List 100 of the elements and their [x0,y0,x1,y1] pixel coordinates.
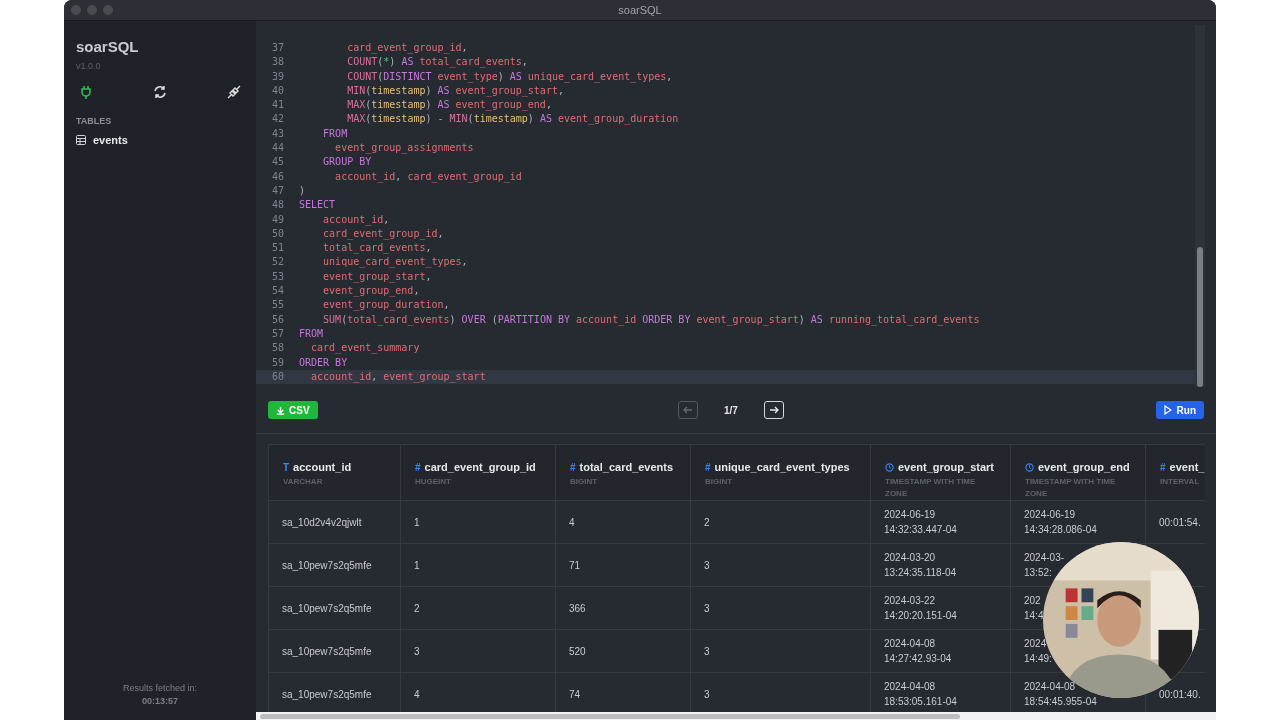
table-cell: 2024-03-20 13:24:35.118-04 [870,543,1011,587]
column-type-icon: # [415,461,421,473]
version-label: v1.0.0 [76,61,102,71]
refresh-icon[interactable] [152,85,167,99]
disconnect-icon[interactable] [227,85,241,99]
line-number: 47 [270,183,285,198]
line-number: 56 [270,312,285,327]
table-cell: 1 [400,543,556,587]
window-title: soarSQL [618,4,662,16]
close-button[interactable] [71,5,81,15]
table-icon [76,135,86,145]
scrollbar-thumb[interactable] [260,713,960,719]
column-name: total_card_events [579,461,674,473]
column-header[interactable]: # unique_card_event_types BIGINT [690,444,871,501]
code-line: event_group_assignments [334,141,474,156]
code-line: ) [299,183,306,198]
column-type-icon: # [705,461,711,473]
table-cell: 366 [555,586,691,630]
download-icon [276,405,285,415]
column-name: event_group_start [898,461,994,473]
code-line: FROM [299,326,324,341]
plug-icon[interactable] [80,85,92,99]
line-number: 39 [270,69,285,84]
line-number: 44 [270,141,285,156]
column-type: BIGINT [570,476,599,488]
column-header[interactable]: event_group_end TIMESTAMP WITH TIME ZONE [1010,444,1146,501]
table-item[interactable]: events [76,132,244,148]
section-label: TABLES [76,116,113,126]
clock-icon [885,462,894,472]
minimize-button[interactable] [87,5,97,15]
line-number: 58 [270,341,285,356]
run-button[interactable]: Run [1155,401,1204,419]
code-line: MAX(timestamp) AS event_group_end, [346,98,552,113]
line-number: 59 [270,355,285,370]
line-number: 38 [270,55,285,70]
code-line: COUNT(DISTINCT event_type) AS unique_card_event_types, [346,69,673,84]
table-cell: sa_10pew7s2q5mfe [268,586,401,630]
table-cell: 2024-06-19 14:32:33.447-04 [870,500,1011,544]
scrollbar-thumb[interactable] [1197,247,1203,387]
column-header[interactable]: # card_event_group_id HUGEINT [400,444,556,501]
code-line: ORDER BY [299,355,348,370]
line-number: 45 [270,155,285,170]
line-number: 48 [270,198,285,213]
code-line: account_id, event_group_start [310,369,486,385]
column-type: INTERVAL [1160,476,1201,488]
table-cell: 3 [690,543,871,587]
code-line: event_group_duration, [322,298,450,313]
code-line: event_group_end, [322,284,420,299]
code-line: COUNT(*) AS total_card_events, [346,55,528,70]
code-line: MAX(timestamp) - MIN(timestamp) AS event_group_duration [346,112,679,127]
app-name: soarSQL [76,38,140,55]
column-header[interactable]: event_group_start TIMESTAMP WITH TIME ZONE [870,444,1011,501]
page-indicator: 1/7 [724,404,738,416]
line-number: 43 [270,126,285,141]
code-editor[interactable] [256,25,1205,387]
table-cell: sa_10pew7s2q5mfe [268,629,401,673]
table-cell: 520 [555,629,691,673]
table-cell: 2024-03-22 14:20:20.151-04 [870,586,1011,630]
line-number: 55 [270,298,285,313]
right-arrow-icon [768,406,779,414]
code-line: total_card_events, [322,241,432,256]
table-cell: 2 [690,500,871,544]
clock-icon [1025,462,1034,472]
code-line: SUM(total_card_events) OVER (PARTITION BY account_id ORDER BY event_group_start) AS running_total_card_events [322,312,980,327]
zoom-button[interactable] [103,5,113,15]
column-type-icon: T [283,461,290,473]
table-cell: sa_10d2v4v2qjwlt [268,500,401,544]
code-line: unique_card_event_types, [322,255,468,270]
line-number: 51 [270,241,285,256]
column-header[interactable]: # total_card_events BIGINT [555,444,691,501]
column-name: card_event_group_id [424,461,536,473]
code-line: account_id, card_event_group_id [334,169,522,184]
play-icon [1163,405,1172,415]
code-line: event_group_start, [322,269,432,285]
column-name: unique_card_event_types [714,461,850,473]
table-cell: 3 [400,629,556,673]
column-type-icon: # [1160,461,1166,473]
column-header[interactable]: # event_ INTERVAL [1145,444,1205,501]
line-number: 46 [270,169,285,184]
table-cell: 71 [555,543,691,587]
code-line: MIN(timestamp) AS event_group_start, [346,83,564,99]
line-number: 57 [270,326,285,341]
column-type: HUGEINT [415,476,452,488]
code-line: SELECT [299,198,336,213]
table-cell: 2024-04-08 14:27:42.93-04 [870,629,1011,673]
line-number: 41 [270,98,285,113]
line-number: 49 [270,212,285,227]
fetch-time: 00:13:57 [141,695,179,708]
column-header[interactable]: T account_id VARCHAR [268,444,401,501]
left-arrow-icon [683,406,693,414]
line-number: 54 [270,284,285,299]
table-cell: 2 [400,586,556,630]
column-type: BIGINT [705,476,734,488]
table-cell: sa_10pew7s2q5mfe [268,543,401,587]
table-cell: 3 [690,629,871,673]
line-number: 52 [270,255,285,270]
table-cell: 3 [690,586,871,630]
column-type: VARCHAR [283,476,324,488]
next-page-button[interactable] [763,401,784,419]
code-line: account_id, [322,212,390,227]
